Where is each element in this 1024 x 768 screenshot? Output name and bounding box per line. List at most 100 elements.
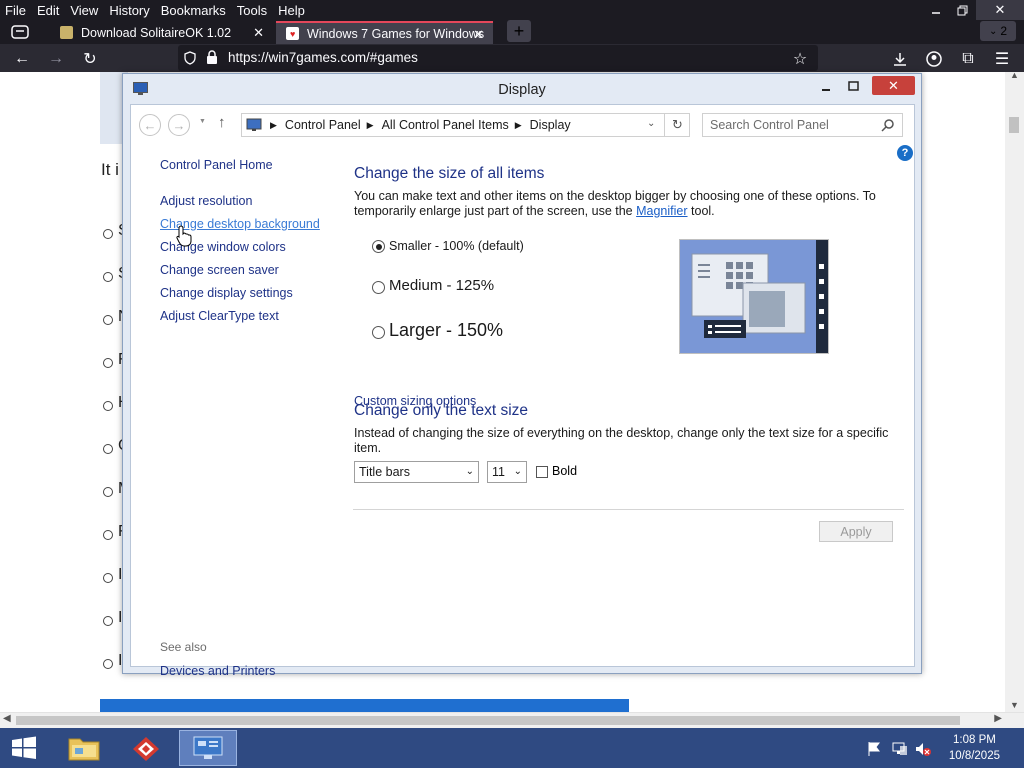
- scroll-down-icon[interactable]: ▼: [1010, 700, 1019, 710]
- close-icon: ✕: [888, 77, 899, 93]
- clock-time: 1:08 PM: [953, 734, 996, 746]
- radio-smaller-label[interactable]: Smaller - 100% (default): [389, 239, 524, 253]
- downloads-button[interactable]: [889, 48, 911, 70]
- item-select[interactable]: Title bars ⌄: [354, 461, 479, 483]
- chevron-right-icon: ▶: [366, 119, 374, 130]
- close-tab-icon[interactable]: ✕: [253, 25, 264, 41]
- tab-list-dropdown-button[interactable]: ⌄ 2: [980, 21, 1016, 41]
- taskbar-solitaire[interactable]: [117, 730, 175, 766]
- control-panel-icon: [246, 118, 262, 131]
- nav-control-panel-home[interactable]: Control Panel Home: [160, 158, 273, 172]
- close-icon: ✕: [994, 2, 1006, 17]
- arrow-up-icon: ↑: [218, 114, 226, 131]
- account-button[interactable]: [923, 48, 945, 70]
- window-maximize-button[interactable]: [840, 76, 866, 95]
- menu-edit[interactable]: Edit: [31, 3, 64, 18]
- nav-change-display-settings[interactable]: Change display settings: [160, 286, 293, 300]
- back-button[interactable]: ←: [139, 114, 161, 136]
- up-button[interactable]: ↑: [218, 114, 226, 131]
- scroll-thumb[interactable]: [1009, 117, 1019, 133]
- tab-strip: Download SolitaireOK 1.02 ✕ ♥ Windows 7 …: [0, 20, 1024, 44]
- arrow-right-icon: →: [48, 50, 64, 67]
- scroll-up-icon[interactable]: ▲: [1010, 70, 1019, 80]
- recent-pages-chevron-icon[interactable]: ▼: [199, 118, 206, 125]
- section-divider: [353, 509, 904, 510]
- search-input[interactable]: Search Control Panel: [702, 113, 903, 137]
- forward-button[interactable]: →: [45, 48, 67, 70]
- refresh-button[interactable]: ↻: [664, 113, 690, 137]
- url-bar[interactable]: https://win7games.com/#games: [178, 45, 818, 71]
- bullet-marker: [103, 573, 113, 583]
- taskbar-file-explorer[interactable]: [55, 730, 113, 766]
- browser-restore-button[interactable]: [950, 0, 974, 20]
- menu-history[interactable]: History: [103, 3, 154, 18]
- browser-close-button[interactable]: ✕: [976, 0, 1024, 20]
- browser-minimize-button[interactable]: [924, 0, 948, 20]
- tab-overview-button[interactable]: [9, 21, 31, 43]
- help-button[interactable]: ?: [897, 145, 913, 161]
- app-menu-button[interactable]: ☰: [991, 48, 1013, 70]
- nav-adjust-resolution[interactable]: Adjust resolution: [160, 194, 252, 208]
- radio-medium-label[interactable]: Medium - 125%: [389, 277, 494, 294]
- window-minimize-button[interactable]: [813, 76, 839, 95]
- font-size-value: 11: [492, 465, 505, 479]
- size-description: You can make text and other items on the…: [354, 189, 894, 219]
- card-game-icon: [133, 737, 159, 761]
- nav-change-screen-saver[interactable]: Change screen saver: [160, 263, 279, 277]
- taskbar-control-panel[interactable]: [179, 730, 237, 766]
- address-dropdown-icon[interactable]: ⌄: [647, 118, 655, 129]
- radio-larger[interactable]: [372, 326, 385, 339]
- back-button[interactable]: ←: [11, 48, 33, 70]
- forward-button[interactable]: →: [168, 114, 190, 136]
- bookmark-star-button[interactable]: ☆: [789, 48, 811, 70]
- menu-bookmarks[interactable]: Bookmarks: [155, 3, 231, 18]
- scroll-right-icon[interactable]: ▶: [994, 713, 1002, 724]
- volume-muted-icon[interactable]: [914, 741, 932, 757]
- desktop-preview-icon: [680, 240, 828, 353]
- account-icon: [926, 51, 942, 67]
- breadcrumb-display[interactable]: Display: [530, 118, 571, 132]
- breadcrumb-all-items[interactable]: All Control Panel Items: [382, 118, 509, 132]
- radio-larger-label[interactable]: Larger - 150%: [389, 320, 503, 341]
- menu-view[interactable]: View: [64, 3, 103, 18]
- tab-download-solitaire[interactable]: Download SolitaireOK 1.02 ✕: [50, 21, 272, 44]
- breadcrumb-control-panel[interactable]: Control Panel: [285, 118, 361, 132]
- page-horizontal-scrollbar[interactable]: ◀ ▶: [0, 712, 1024, 728]
- bullet-marker: [103, 401, 113, 411]
- bullet-marker: [103, 530, 113, 540]
- bold-checkbox[interactable]: [536, 466, 548, 478]
- start-button[interactable]: [0, 730, 48, 766]
- apply-button[interactable]: Apply: [819, 521, 893, 542]
- breadcrumb[interactable]: ▶ Control Panel ▶ All Control Panel Item…: [241, 113, 690, 137]
- new-tab-button[interactable]: +: [507, 20, 531, 42]
- radio-smaller[interactable]: [372, 240, 385, 253]
- magnifier-link[interactable]: Magnifier: [636, 204, 687, 218]
- close-tab-icon[interactable]: ✕: [473, 27, 484, 43]
- radio-medium[interactable]: [372, 281, 385, 294]
- help-icon: ?: [901, 147, 909, 159]
- browser-menubar: File Edit View History Bookmarks Tools H…: [0, 0, 1024, 20]
- arrow-left-icon: ←: [14, 50, 30, 67]
- system-clock[interactable]: 1:08 PM 10/8/2025: [949, 732, 1000, 764]
- action-center-flag-icon[interactable]: [866, 741, 882, 757]
- taskbar: 1:08 PM 10/8/2025: [0, 728, 1024, 768]
- window-titlebar[interactable]: Display ✕: [123, 74, 921, 104]
- tab-windows7-games[interactable]: ♥ Windows 7 Games for Windows ✕: [276, 21, 493, 44]
- nav-devices-and-printers[interactable]: Devices and Printers: [160, 664, 275, 678]
- font-size-select[interactable]: 11 ⌄: [487, 461, 527, 483]
- network-icon[interactable]: [891, 741, 909, 757]
- window-close-button[interactable]: ✕: [872, 76, 915, 95]
- extensions-button[interactable]: ⧉: [957, 48, 979, 70]
- size-description-text: You can make text and other items on the…: [354, 189, 876, 218]
- menu-tools[interactable]: Tools: [231, 3, 272, 18]
- menu-file[interactable]: File: [0, 3, 31, 18]
- page-vertical-scrollbar[interactable]: ▲ ▼: [1005, 70, 1024, 712]
- scroll-thumb[interactable]: [16, 716, 960, 725]
- menu-help[interactable]: Help: [272, 3, 310, 18]
- bold-label[interactable]: Bold: [552, 464, 577, 478]
- reload-button[interactable]: ↻: [79, 48, 101, 70]
- nav-adjust-cleartype[interactable]: Adjust ClearType text: [160, 309, 279, 323]
- reload-icon: ↻: [83, 51, 97, 68]
- chevron-down-icon: ⌄: [513, 466, 522, 477]
- scroll-left-icon[interactable]: ◀: [3, 713, 11, 724]
